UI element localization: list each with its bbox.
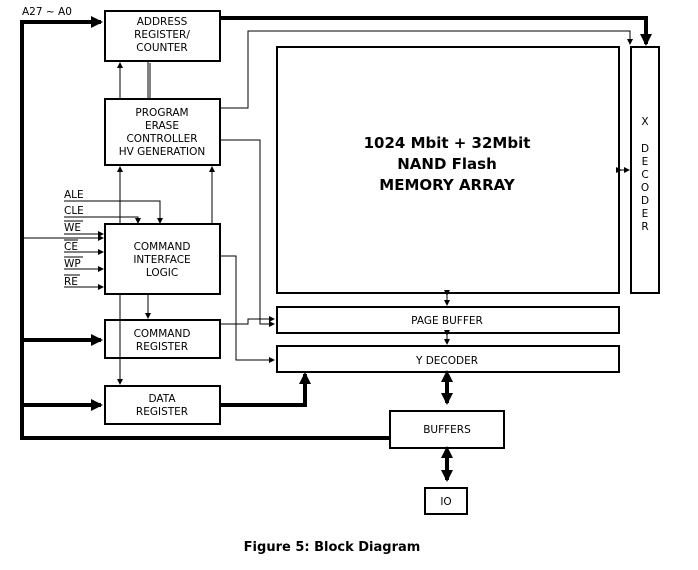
signal-cle: CLE — [64, 205, 84, 217]
svg-text:D: D — [641, 143, 649, 155]
svg-text:Y DECODER: Y DECODER — [415, 355, 478, 367]
svg-text:CONTROLLER: CONTROLLER — [126, 133, 197, 145]
block-diagram: A27 ~ A0 ALE CLE WE CE WP RE ADDRESS REG… — [20, 6, 660, 555]
signal-re: RE — [64, 276, 78, 288]
svg-text:REGISTER: REGISTER — [136, 341, 188, 353]
io-block: IO — [424, 487, 468, 515]
svg-text:COMMAND: COMMAND — [134, 328, 191, 340]
signal-ale: ALE — [64, 189, 84, 201]
signal-wp: WP — [64, 258, 81, 270]
svg-text:LOGIC: LOGIC — [146, 267, 178, 279]
svg-text:HV GENERATION: HV GENERATION — [119, 146, 206, 158]
data-register-block: DATA REGISTER — [104, 385, 221, 425]
svg-text:D: D — [641, 195, 649, 207]
svg-text:INTERFACE: INTERFACE — [133, 254, 190, 266]
svg-text:E: E — [642, 208, 649, 220]
svg-text:IO: IO — [440, 496, 451, 508]
svg-text:X: X — [641, 116, 648, 128]
svg-text:ERASE: ERASE — [145, 120, 179, 132]
svg-text:REGISTER/: REGISTER/ — [134, 29, 190, 41]
svg-text:PROGRAM: PROGRAM — [135, 107, 188, 119]
svg-text:E: E — [642, 156, 649, 168]
svg-text:DATA: DATA — [148, 393, 176, 405]
address-bus-label: A27 ~ A0 — [22, 6, 72, 18]
svg-text:NAND Flash: NAND Flash — [397, 155, 497, 173]
svg-text:R: R — [641, 221, 648, 233]
svg-text:REGISTER: REGISTER — [136, 406, 188, 418]
signal-we: WE — [64, 222, 81, 234]
address-register-block: ADDRESS REGISTER/ COUNTER — [104, 10, 221, 62]
command-register-block: COMMAND REGISTER — [104, 319, 221, 359]
svg-text:O: O — [641, 182, 649, 194]
figure-caption: Figure 5: Block Diagram — [244, 540, 421, 555]
svg-text:PAGE BUFFER: PAGE BUFFER — [411, 315, 483, 327]
svg-text:ADDRESS: ADDRESS — [137, 16, 188, 28]
y-decoder-block: Y DECODER — [276, 345, 620, 373]
svg-text:C: C — [641, 169, 648, 181]
svg-text:1024 Mbit + 32Mbit: 1024 Mbit + 32Mbit — [364, 134, 531, 152]
program-erase-controller-block: PROGRAM ERASE CONTROLLER HV GENERATION — [104, 98, 221, 166]
svg-text:BUFFERS: BUFFERS — [423, 424, 471, 436]
signal-ce: CE — [64, 241, 78, 253]
command-interface-logic-block: COMMAND INTERFACE LOGIC — [104, 223, 221, 295]
x-decoder-block: X D E C O D E R — [630, 46, 660, 294]
page-buffer-block: PAGE BUFFER — [276, 306, 620, 334]
memory-array-block: 1024 Mbit + 32Mbit NAND Flash MEMORY ARR… — [276, 46, 620, 294]
svg-text:MEMORY ARRAY: MEMORY ARRAY — [379, 176, 516, 194]
svg-text:COMMAND: COMMAND — [134, 241, 191, 253]
buffers-block: BUFFERS — [389, 410, 505, 449]
svg-text:COUNTER: COUNTER — [136, 42, 187, 54]
